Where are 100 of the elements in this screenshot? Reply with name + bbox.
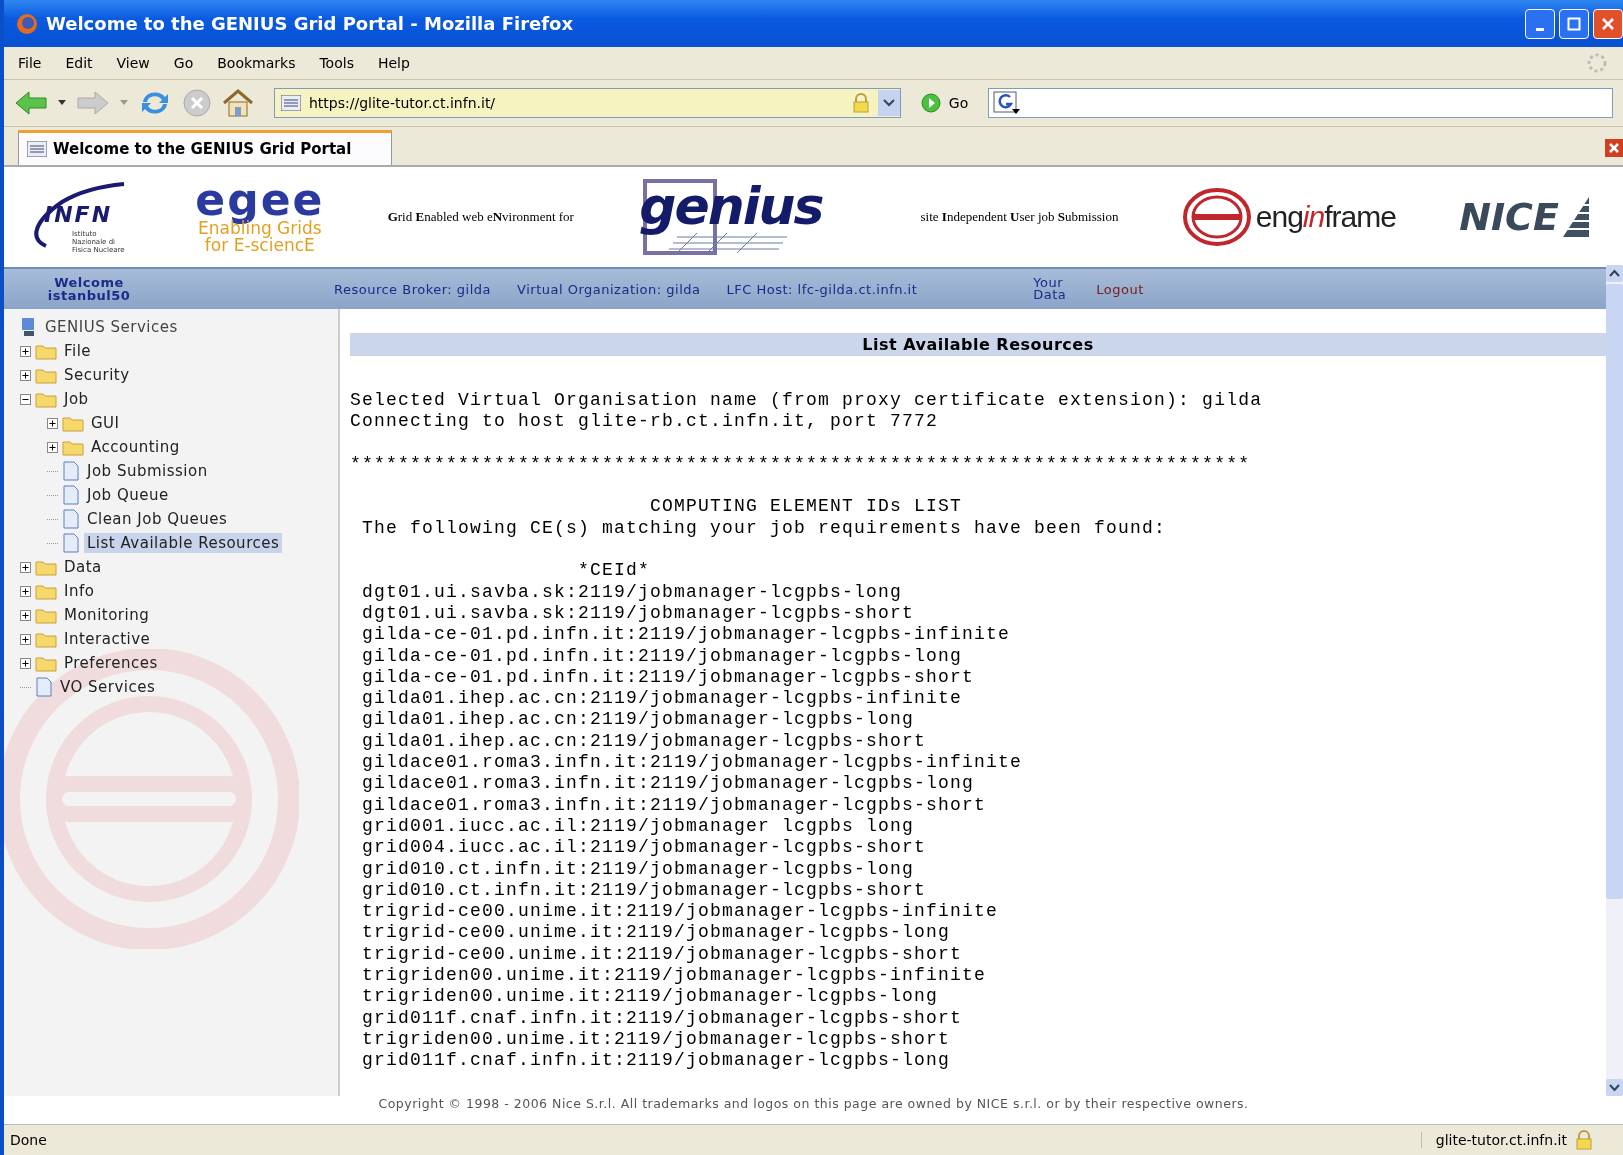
maximize-button[interactable] <box>1559 8 1589 39</box>
tree-item[interactable]: Interactive <box>61 629 154 649</box>
padlock-icon <box>851 93 870 113</box>
folder-icon <box>35 654 57 672</box>
page-icon <box>35 677 53 697</box>
window-title: Welcome to the GENIUS Grid Portal - Mozilla Firefox <box>46 13 574 34</box>
maximize-icon <box>1567 16 1581 31</box>
copyright-text: Copyright © 1998 - 2006 Nice S.r.l. All trademarks and logos on this page are owned by NICE s.r.l. or by their respective owners. <box>377 1096 1250 1113</box>
page-icon <box>62 485 80 505</box>
menu-item[interactable]: Tools <box>319 55 354 71</box>
your-data-link[interactable]: Your Data <box>1033 277 1067 301</box>
browser-tab[interactable]: Welcome to the GENIUS Grid Portal <box>18 130 393 165</box>
enginframe-logo: enginframe <box>1181 187 1396 247</box>
menu-item[interactable]: View <box>116 55 150 71</box>
collapse-icon[interactable] <box>20 393 31 405</box>
output-line: trigriden00.unime.it:2119/jobmanager-lcgpbs-infinite <box>361 965 988 987</box>
output-line: grid011f.cnaf.infn.it:2119/jobmanager-lcgpbs-long <box>361 1050 952 1072</box>
output-line: trigrid-ce00.unime.it:2119/jobmanager-lcgpbs-infinite <box>361 901 1000 923</box>
expand-icon[interactable] <box>20 657 31 669</box>
info-link[interactable]: LFC Host: lfc-gilda.ct.infn.it <box>726 281 918 297</box>
output-line: grid010.ct.infn.it:2119/jobmanager-lcgpbs-long <box>361 858 916 880</box>
tree-item[interactable]: VO Services <box>57 677 159 697</box>
tree-item[interactable]: Security <box>61 365 133 385</box>
menu-item[interactable]: Edit <box>65 55 93 71</box>
back-arrow-icon[interactable] <box>14 89 48 117</box>
tree-item[interactable]: File <box>61 341 95 361</box>
welcome-label: Welcome <box>54 276 124 289</box>
circle-logo-icon <box>1181 187 1252 247</box>
page-icon <box>62 509 80 529</box>
folder-icon <box>62 438 84 456</box>
tree-item[interactable]: Job Submission <box>84 461 211 481</box>
dropdown-caret-icon[interactable] <box>58 100 66 106</box>
tree-item[interactable]: Info <box>61 581 98 601</box>
folder-icon <box>35 558 57 576</box>
address-field[interactable]: https://glite-tutor.ct.infn.it/ <box>274 88 901 118</box>
output-line: dgt01.ui.savba.sk:2119/jobmanager-lcgpbs-long <box>361 581 904 603</box>
tree-item[interactable]: Monitoring <box>61 605 153 625</box>
tree-item[interactable]: List Available Resources <box>84 533 283 553</box>
tree-item[interactable]: Data <box>61 557 105 577</box>
output-line: grid010.ct.infn.it:2119/jobmanager-lcgpbs-short <box>361 879 928 902</box>
minimize-icon <box>1536 28 1544 31</box>
output-line: trigrid-ce00.unime.it:2119/jobmanager-lcgpbs-long <box>361 922 952 944</box>
tagline: Grid Enabled web eNvironment for <box>387 209 574 225</box>
close-tab-button[interactable] <box>1605 139 1623 157</box>
tree-root[interactable]: GENIUS Services <box>42 317 181 337</box>
nice-logo: NICE <box>1459 195 1593 239</box>
menu-item[interactable]: Help <box>377 55 410 71</box>
scroll-up-icon[interactable] <box>1606 265 1623 282</box>
site-icon <box>281 95 301 111</box>
folder-icon <box>35 582 57 600</box>
go-button[interactable]: Go <box>910 93 979 113</box>
output-line: gilda01.ihep.ac.cn:2119/jobmanager-lcgpbs-infinite <box>361 688 964 710</box>
output-line: gilda-ce-01.pd.infn.it:2119/jobmanager-lcgpbs-short <box>361 666 976 689</box>
output-line: Connecting to host glite-rb.ct.infn.it, port 7772 <box>350 411 940 433</box>
scroll-down-icon[interactable] <box>1606 1079 1623 1096</box>
tree-item[interactable]: Accounting <box>88 437 183 457</box>
expand-icon[interactable] <box>20 585 31 597</box>
output-line: trigriden00.unime.it:2119/jobmanager-lcgpbs-long <box>361 986 940 1008</box>
output-line: gildace01.roma3.infn.it:2119/jobmanager-lcgpbs-short <box>361 794 988 816</box>
menu-item[interactable]: Bookmarks <box>217 55 296 71</box>
close-button[interactable] <box>1593 8 1623 39</box>
tree-item[interactable]: GUI <box>88 413 123 433</box>
output-line: gilda-ce-01.pd.infn.it:2119/jobmanager-lcgpbs-infinite <box>361 624 1012 646</box>
home-icon[interactable] <box>222 88 254 118</box>
expand-icon[interactable] <box>20 609 31 621</box>
expand-icon[interactable] <box>20 561 31 573</box>
expand-icon[interactable] <box>20 369 31 381</box>
logout-link[interactable]: Logout <box>1096 281 1144 297</box>
folder-icon <box>35 366 57 384</box>
expand-icon[interactable] <box>47 417 58 429</box>
status-text: Done <box>10 1132 47 1148</box>
search-engine-icon <box>993 91 1022 115</box>
browser-logo-icon <box>16 12 38 35</box>
output-line: *CEId* <box>577 560 652 582</box>
section-heading: List Available Resources <box>350 333 1606 356</box>
tree-item[interactable]: Clean Job Queues <box>84 509 231 529</box>
scrollbar[interactable] <box>1606 265 1623 1096</box>
status-host: glite-tutor.ct.infn.it <box>1420 1132 1567 1148</box>
expand-icon[interactable] <box>20 633 31 645</box>
expand-icon[interactable] <box>20 345 31 357</box>
output-line: grid001.iucc.ac.il:2119/jobmanager lcgpbs long <box>361 815 916 838</box>
search-field[interactable] <box>988 88 1613 118</box>
output-line: Selected Virtual Organisation name (from proxy certificate extension): gilda <box>350 390 1264 412</box>
info-link[interactable]: Resource Broker: gilda <box>334 281 492 297</box>
expand-icon[interactable] <box>47 441 58 453</box>
tree-item[interactable]: Job <box>61 389 92 409</box>
tree-item[interactable]: Job Queue <box>84 485 172 505</box>
play-icon <box>920 93 941 113</box>
output-line: *************************************************************************** <box>350 453 1252 476</box>
page-icon <box>62 533 80 553</box>
output-line: grid011f.cnaf.infn.it:2119/jobmanager-lcgpbs-short <box>361 1007 964 1029</box>
info-link[interactable]: Virtual Organization: gilda <box>517 281 701 297</box>
site-icon <box>27 141 47 157</box>
menu-item[interactable]: File <box>18 55 42 71</box>
output-line: gilda01.ihep.ac.cn:2119/jobmanager-lcgpbs-short <box>361 730 928 753</box>
output-line: gildace01.roma3.infn.it:2119/jobmanager-lcgpbs-long <box>361 773 976 795</box>
minimize-button[interactable] <box>1525 8 1555 39</box>
tree-item[interactable]: Preferences <box>61 653 161 673</box>
menu-item[interactable]: Go <box>173 55 194 71</box>
folder-icon <box>35 390 57 408</box>
